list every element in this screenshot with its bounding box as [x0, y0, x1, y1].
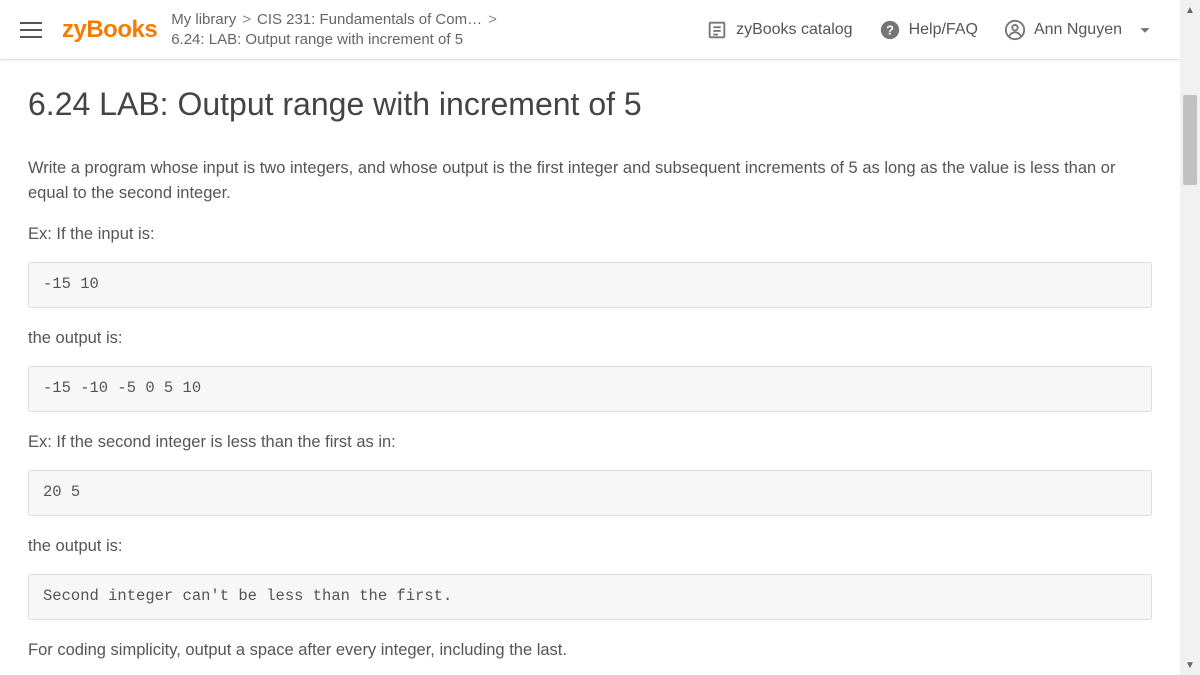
user-icon [1004, 19, 1026, 41]
example-1-output-label: the output is: [28, 326, 1152, 351]
example-1-input: -15 10 [28, 262, 1152, 307]
intro-paragraph: Write a program whose input is two integ… [28, 156, 1152, 206]
breadcrumb-sep: > [242, 10, 251, 30]
menu-icon[interactable] [20, 16, 48, 44]
example-1-output: -15 -10 -5 0 5 10 [28, 366, 1152, 411]
help-label: Help/FAQ [909, 18, 978, 42]
catalog-icon [706, 19, 728, 41]
example-2-input: 20 5 [28, 470, 1152, 515]
svg-text:?: ? [886, 22, 894, 37]
vertical-scrollbar[interactable]: ▲ ▼ [1180, 0, 1200, 675]
page-title: 6.24 LAB: Output range with increment of… [28, 80, 1152, 128]
scroll-up-arrow[interactable]: ▲ [1180, 0, 1200, 20]
help-icon: ? [879, 19, 901, 41]
chevron-down-icon [1134, 19, 1156, 41]
breadcrumb-sep: > [488, 10, 497, 30]
breadcrumb-course[interactable]: CIS 231: Fundamentals of Com… [257, 10, 482, 30]
zybooks-logo[interactable]: zyBooks [62, 12, 157, 48]
help-button[interactable]: ? Help/FAQ [879, 18, 978, 42]
main-content: 6.24 LAB: Output range with increment of… [0, 60, 1180, 675]
example-2-output: Second integer can't be less than the fi… [28, 574, 1152, 619]
example-2-input-label: Ex: If the second integer is less than t… [28, 430, 1152, 455]
scroll-down-arrow[interactable]: ▼ [1180, 655, 1200, 675]
breadcrumb-library[interactable]: My library [171, 10, 236, 30]
example-2-output-label: the output is: [28, 534, 1152, 559]
catalog-label: zyBooks catalog [736, 18, 853, 42]
example-1-input-label: Ex: If the input is: [28, 222, 1152, 247]
breadcrumb: My library > CIS 231: Fundamentals of Co… [171, 10, 497, 49]
breadcrumb-section: 6.24: LAB: Output range with increment o… [171, 30, 497, 50]
catalog-button[interactable]: zyBooks catalog [706, 18, 853, 42]
top-header: zyBooks My library > CIS 231: Fundamenta… [0, 0, 1180, 60]
user-name: Ann Nguyen [1034, 18, 1122, 42]
scroll-thumb[interactable] [1183, 95, 1197, 185]
simplicity-note: For coding simplicity, output a space af… [28, 638, 1152, 663]
user-menu[interactable]: Ann Nguyen [1004, 18, 1156, 42]
